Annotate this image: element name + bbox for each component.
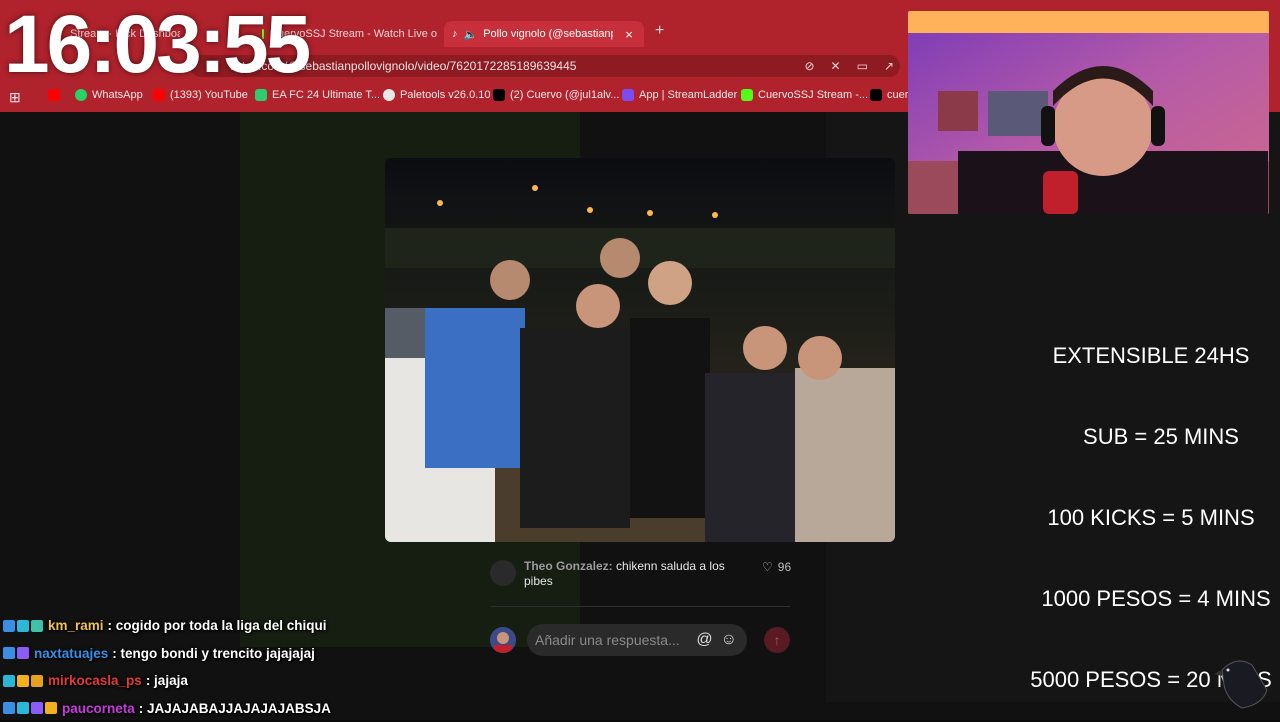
reply-input[interactable]: Añadir una respuesta... @ ☺ <box>527 624 747 656</box>
cast-icon[interactable]: ▭ <box>857 55 868 77</box>
chat-text: : cogido por toda la liga del chiqui <box>108 618 327 633</box>
streamer-webcam-image <box>908 11 1269 214</box>
crow-mascot-icon <box>1212 650 1272 712</box>
mute-icon[interactable]: ✕ <box>831 55 841 77</box>
moderator-badge-icon <box>3 675 15 687</box>
streamladder-icon <box>622 89 634 101</box>
comment-text-block: Theo Gonzalez: chikenn saluda a los pibe… <box>524 559 754 589</box>
chat-username[interactable]: paucorneta <box>62 701 135 716</box>
send-button[interactable]: ↑ <box>764 627 790 653</box>
chat-message: paucorneta : JAJAJABAJJAJAJAJABSJA <box>3 695 423 722</box>
mention-icon[interactable]: @ <box>696 624 712 656</box>
chat-username[interactable]: km_rami <box>48 618 104 633</box>
new-tab-button[interactable]: + <box>655 22 664 40</box>
bookmark-label: WhatsApp <box>92 89 143 101</box>
comment-author[interactable]: Theo Gonzalez: <box>524 559 613 573</box>
bookmark-x-cuervo[interactable]: (2) Cuervo (@jul1alv... <box>493 89 619 101</box>
chat-message: mirkocasla_ps : jajaja <box>3 667 423 695</box>
close-tab-icon[interactable]: × <box>625 27 633 42</box>
chat-message: naxtatuajes : tengo bondi y trencito jaj… <box>3 640 423 668</box>
heart-icon[interactable]: ♡ <box>762 560 773 574</box>
chat-message: km_rami : cogido por toda la liga del ch… <box>3 612 423 640</box>
crown-badge-icon <box>31 675 43 687</box>
chat-text: : JAJAJABAJJAJAJAJABSJA <box>139 701 331 716</box>
avatar <box>490 627 516 653</box>
reply-placeholder: Añadir una respuesta... <box>535 632 680 648</box>
subscriber-badge-icon <box>31 702 43 714</box>
avatar[interactable] <box>490 560 516 586</box>
tab-tiktok-active[interactable]: ♪ 🔈 Pollo vignolo (@sebastianpoll × <box>444 21 644 47</box>
verified-badge-icon <box>3 620 15 632</box>
bookmark-kick-stream[interactable]: CuervoSSJ Stream -... <box>741 89 868 101</box>
address-bar-actions: ⊘ ✕ ▭ ↗ <box>804 55 894 77</box>
chat-badges <box>3 675 43 687</box>
youtube-icon <box>153 89 165 101</box>
bookmark-label: EA FC 24 Ultimate T... <box>272 89 380 101</box>
crow-icon <box>1212 650 1272 712</box>
stream-chat-overlay: km_rami : cogido por toda la liga del ch… <box>3 612 423 722</box>
verified-badge-icon <box>3 702 15 714</box>
youtube-shortcut-icon[interactable] <box>48 89 60 101</box>
bookmark-streamladder[interactable]: App | StreamLadder <box>622 89 737 101</box>
subscriber-badge-icon <box>31 620 43 632</box>
user-avatar-image <box>490 627 516 653</box>
tiktok-icon: ♪ <box>452 28 458 40</box>
no-tracking-icon[interactable]: ⊘ <box>804 55 814 77</box>
overlay-line: EXTENSIBLE 24HS <box>1020 342 1280 369</box>
bookmark-label: (2) Cuervo (@jul1alv... <box>510 89 619 101</box>
chat-text: : tengo bondi y trencito jajajajaj <box>112 646 315 661</box>
bookmark-ea-fc[interactable]: EA FC 24 Ultimate T... <box>255 89 380 101</box>
ea-fc-icon <box>255 89 267 101</box>
gift-badge-icon <box>45 702 57 714</box>
gift-badge-icon <box>17 675 29 687</box>
chat-badges <box>3 620 43 632</box>
kick-icon <box>741 89 753 101</box>
chat-text: : jajaja <box>146 673 188 688</box>
bookmark-label: (1393) YouTube <box>170 89 248 101</box>
webcam-feed <box>908 11 1269 214</box>
gem-badge-icon <box>17 620 29 632</box>
bookmark-whatsapp[interactable]: WhatsApp <box>75 89 143 101</box>
gem-badge-icon <box>17 702 29 714</box>
chat-badges <box>3 702 57 714</box>
bookmark-label: cuer <box>887 89 908 101</box>
bookmark-label: CuervoSSJ Stream -... <box>758 89 868 101</box>
group-photo-image <box>385 158 895 542</box>
overlay-line: 100 KICKS = 5 MINS <box>1020 504 1280 531</box>
chat-username[interactable]: mirkocasla_ps <box>48 673 142 688</box>
overlay-line: SUB = 25 MINS <box>1020 423 1280 450</box>
share-icon[interactable]: ↗ <box>884 55 894 77</box>
tiktok-icon <box>870 89 882 101</box>
apps-grid-icon[interactable]: ⊞ <box>9 89 21 106</box>
overlay-line: 1000 PESOS = 4 MINS <box>1020 585 1280 612</box>
audio-icon: 🔈 <box>464 28 478 41</box>
arrow-up-icon: ↑ <box>774 632 781 648</box>
subscriber-badge-icon <box>17 647 29 659</box>
emoji-icon[interactable]: ☺ <box>721 624 737 656</box>
bookmark-paletools[interactable]: Paletools v26.0.10 <box>383 89 491 101</box>
bookmark-label: App | StreamLadder <box>639 89 737 101</box>
bookmark-tiktok[interactable]: cuer <box>870 89 908 101</box>
chat-username[interactable]: naxtatuajes <box>34 646 108 661</box>
chat-badges <box>3 647 29 659</box>
reply-input-actions: @ ☺ <box>696 624 737 656</box>
bookmark-youtube[interactable]: (1393) YouTube <box>153 89 248 101</box>
tab-label: Pollo vignolo (@sebastianpoll <box>483 28 613 40</box>
verified-badge-icon <box>3 647 15 659</box>
comment-likes[interactable]: ♡ 96 <box>762 560 791 574</box>
x-icon <box>493 89 505 101</box>
divider <box>490 606 790 607</box>
bookmark-label: Paletools v26.0.10 <box>400 89 491 101</box>
paletools-icon <box>383 89 395 101</box>
stream-clock: 16:03:55 <box>4 4 308 86</box>
whatsapp-icon <box>75 89 87 101</box>
post-photo[interactable] <box>385 158 895 542</box>
like-count: 96 <box>778 560 791 574</box>
